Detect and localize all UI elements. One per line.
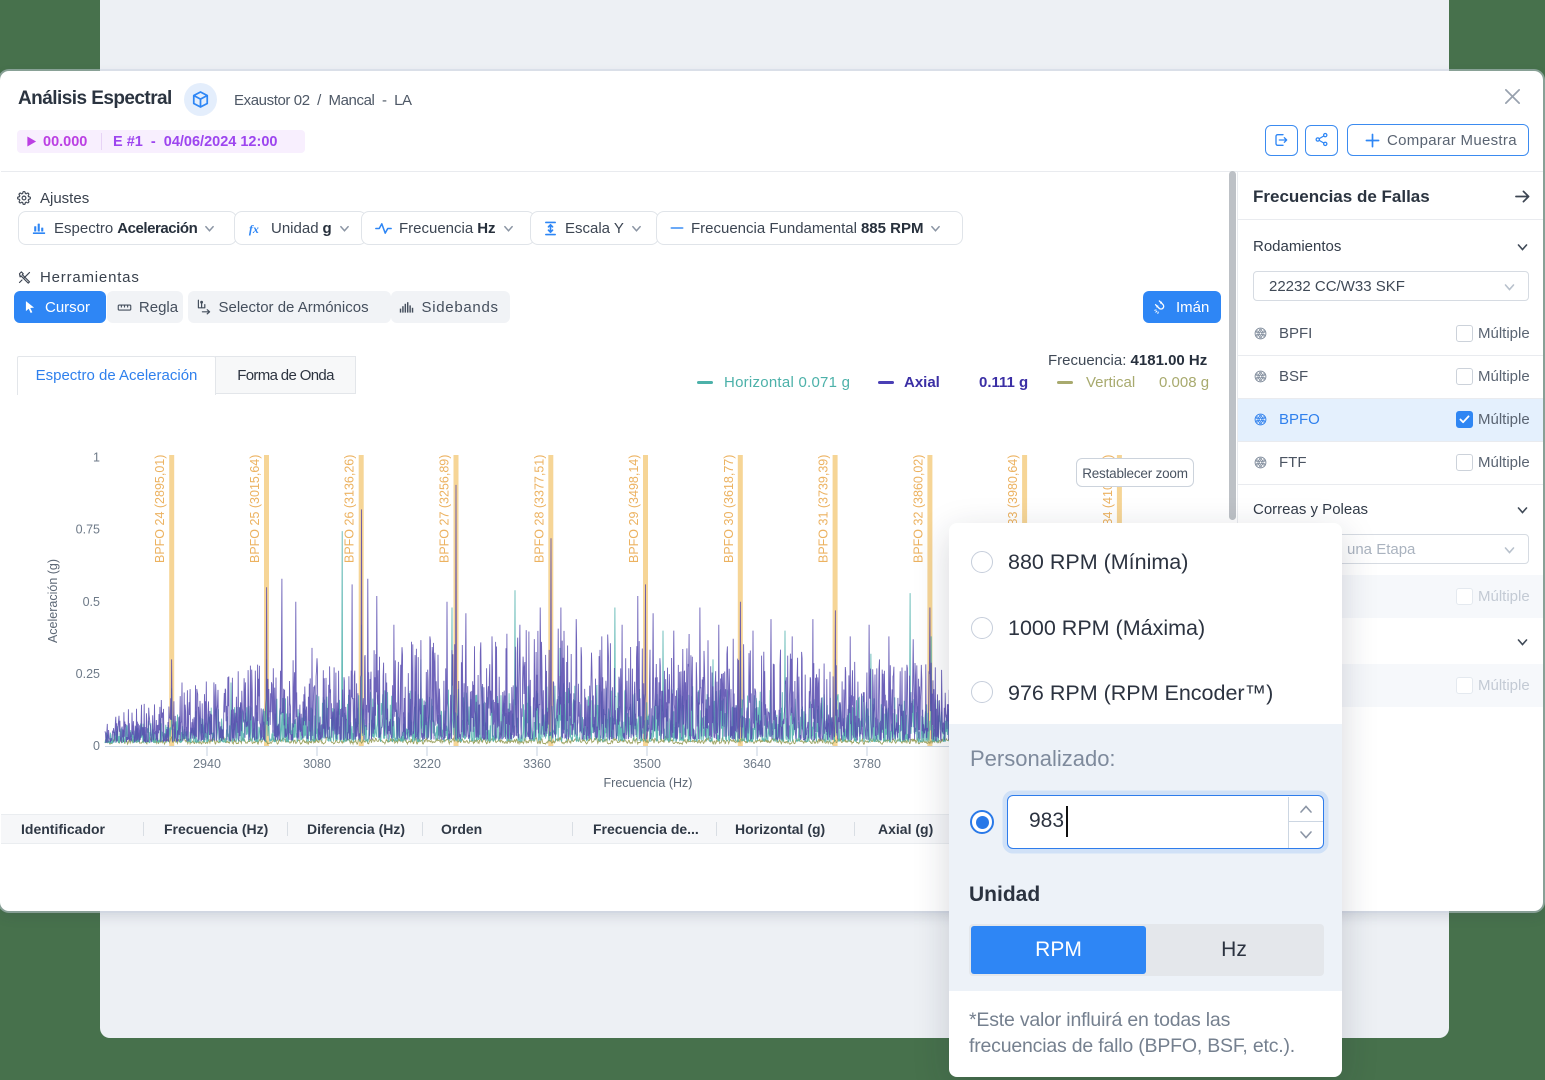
svg-text:0.25: 0.25 (76, 667, 100, 681)
svg-text:BPFO 27 (3256,89): BPFO 27 (3256,89) (438, 455, 452, 563)
svg-text:3780: 3780 (853, 757, 881, 771)
svg-text:3360: 3360 (523, 757, 551, 771)
svg-text:BPFO 29 (3498,14): BPFO 29 (3498,14) (627, 455, 641, 563)
svg-text:0.5: 0.5 (83, 595, 100, 609)
svg-text:3080: 3080 (303, 757, 331, 771)
svg-text:3500: 3500 (633, 757, 661, 771)
svg-text:3220: 3220 (413, 757, 441, 771)
svg-text:BPFO 31 (3739,39): BPFO 31 (3739,39) (817, 455, 831, 563)
svg-text:2940: 2940 (193, 757, 221, 771)
svg-text:BPFO 26 (3136,26): BPFO 26 (3136,26) (343, 455, 357, 563)
svg-text:BPFO 24 (2895,01): BPFO 24 (2895,01) (153, 455, 167, 563)
svg-text:1: 1 (93, 451, 100, 465)
svg-text:BPFO 25 (3015,64): BPFO 25 (3015,64) (248, 455, 262, 563)
svg-text:Frecuencia (Hz): Frecuencia (Hz) (604, 776, 693, 790)
svg-text:Aceleración (g): Aceleración (g) (46, 559, 60, 643)
svg-text:BPFO 30 (3618,77): BPFO 30 (3618,77) (722, 455, 736, 563)
svg-text:BPFO 28 (3377,51): BPFO 28 (3377,51) (532, 455, 546, 563)
svg-text:0.75: 0.75 (76, 523, 100, 537)
svg-text:3640: 3640 (743, 757, 771, 771)
svg-text:BPFO 32 (3860,02): BPFO 32 (3860,02) (911, 455, 925, 563)
svg-text:fx: fx (249, 221, 259, 235)
svg-text:0: 0 (93, 739, 100, 753)
